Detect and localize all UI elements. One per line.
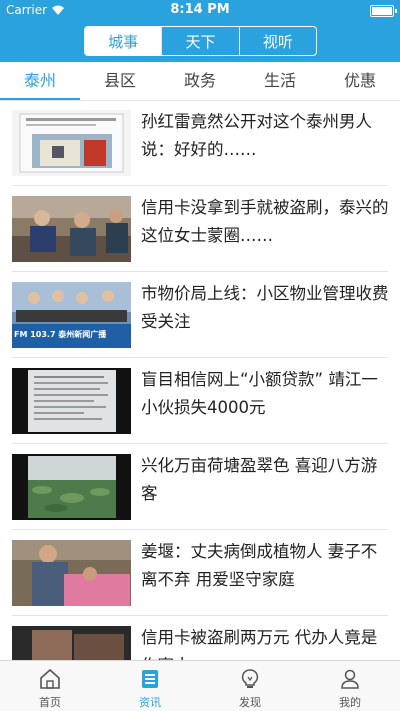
clock: 8:14 PM — [170, 2, 230, 17]
news-title: 姜堰：丈夫病倒成植物人 妻子不离不弃 用爱坚守家庭 — [141, 542, 378, 589]
news-item[interactable]: 信用卡没拿到手就被盗刷，泰兴的这位女士蒙圈…… — [0, 186, 400, 272]
segment-media[interactable]: 视听 — [238, 27, 316, 55]
tab-label: 我的 — [339, 696, 361, 709]
news-item[interactable]: 兴化万亩荷塘盈翠色 喜迎八方游客 — [0, 444, 400, 530]
tab-government[interactable]: 政务 — [170, 62, 230, 100]
user-icon — [341, 669, 359, 689]
news-title: 市物价局上线：小区物业管理收费受关注 — [141, 284, 389, 331]
news-thumbnail — [12, 368, 131, 434]
news-thumbnail — [12, 454, 131, 520]
section-switcher: 城事 天下 视听 — [84, 26, 317, 56]
news-thumbnail — [12, 110, 131, 176]
news-title: 兴化万亩荷塘盈翠色 喜迎八方游客 — [141, 456, 378, 503]
news-item[interactable]: 姜堰：丈夫病倒成植物人 妻子不离不弃 用爱坚守家庭 — [0, 530, 400, 616]
tab-label: 资讯 — [139, 696, 161, 709]
bulb-icon — [241, 669, 259, 688]
news-thumbnail — [12, 540, 131, 606]
news-title: 盲目相信网上“小额贷款” 靖江一小伙损失4000元 — [141, 370, 378, 417]
news-thumbnail: FM 103.7 泰州新闻广播 — [12, 282, 131, 348]
news-item[interactable]: 孙红雷竟然公开对这个泰州男人说：好好的…… — [0, 100, 400, 186]
battery-icon — [370, 5, 397, 17]
tab-profile[interactable]: 我的 — [300, 661, 400, 711]
news-list: 孙红雷竟然公开对这个泰州男人说：好好的…… 信用卡没拿到手就被盗刷，泰兴的这位女… — [0, 100, 400, 660]
segment-city[interactable]: 城事 — [85, 27, 162, 55]
tab-news[interactable]: 资讯 — [100, 661, 200, 711]
tab-deals[interactable]: 优惠 — [330, 62, 390, 100]
bottom-tab-bar: 首页 资讯 发现 我的 — [0, 660, 400, 711]
tab-life[interactable]: 生活 — [250, 62, 310, 100]
news-thumbnail — [12, 626, 131, 660]
news-title: 信用卡没拿到手就被盗刷，泰兴的这位女士蒙圈…… — [141, 198, 389, 245]
news-title: 孙红雷竟然公开对这个泰州男人说：好好的…… — [141, 112, 372, 159]
news-title: 信用卡被盗刷两万元 代办人竟是作案人 — [141, 628, 378, 660]
tab-label: 首页 — [39, 696, 61, 709]
news-thumbnail — [12, 196, 131, 262]
tab-taizhou[interactable]: 泰州 — [10, 62, 70, 100]
thumbnail-caption: FM 103.7 泰州新闻广播 — [14, 330, 107, 339]
tab-home[interactable]: 首页 — [0, 661, 100, 711]
header-bar: Carrier 8:14 PM 城事 天下 视听 — [0, 0, 400, 62]
news-icon — [142, 670, 158, 688]
news-item[interactable]: FM 103.7 泰州新闻广播 市物价局上线：小区物业管理收费受关注 — [0, 272, 400, 358]
segment-world[interactable]: 天下 — [161, 27, 238, 55]
category-tabs: 泰州 县区 政务 生活 优惠 — [0, 62, 400, 101]
tab-label: 发现 — [239, 696, 261, 709]
news-item[interactable]: 信用卡被盗刷两万元 代办人竟是作案人 — [0, 616, 400, 660]
home-icon — [40, 668, 60, 689]
tab-districts[interactable]: 县区 — [90, 62, 150, 100]
news-item[interactable]: 盲目相信网上“小额贷款” 靖江一小伙损失4000元 — [0, 358, 400, 444]
status-bar: Carrier 8:14 PM — [0, 0, 400, 20]
tab-discover[interactable]: 发现 — [200, 661, 300, 711]
